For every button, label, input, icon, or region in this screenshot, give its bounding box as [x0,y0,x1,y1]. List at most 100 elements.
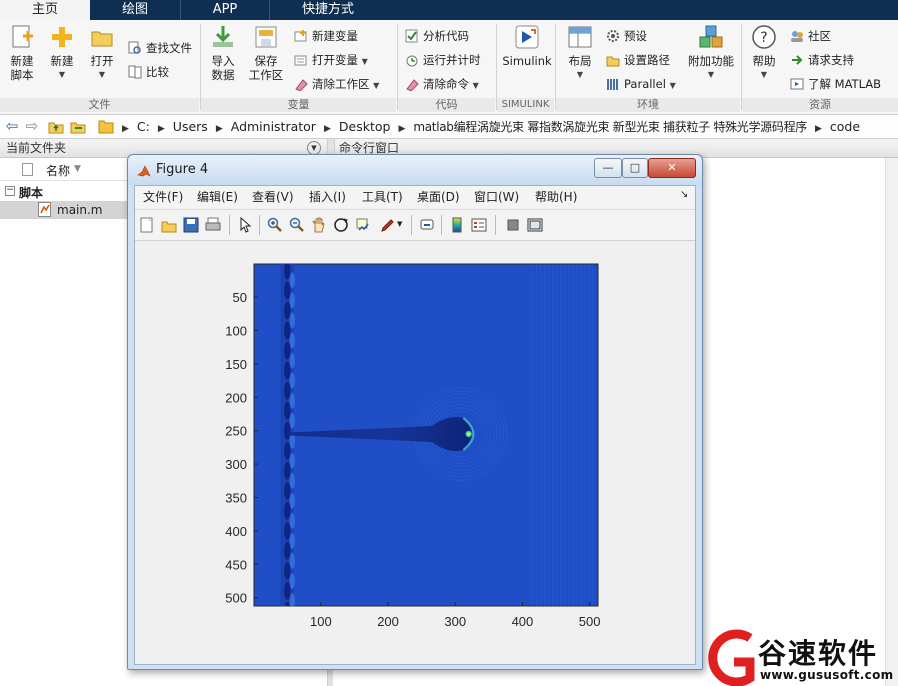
rotate-3d-icon[interactable] [333,217,349,233]
heatmap-chart[interactable]: 100 200 300 400 500 50 100 150 200 250 300 350 400 45… [135,240,695,664]
new-button[interactable]: 新建 ▼ [46,24,78,82]
hide-plot-tools-icon[interactable] [505,217,521,233]
zoom-out-icon[interactable] [289,217,305,233]
run-and-time-button[interactable]: 运行并计时 [405,50,481,70]
tab-plots[interactable]: 绘图 [90,0,181,20]
legend-icon[interactable] [471,217,487,233]
fringe-spot-dark [284,521,291,540]
layout-icon [567,24,593,50]
y-tick-label: 500 [225,591,247,606]
set-path-label: 设置路径 [624,53,670,67]
fringe-spot-dark [284,301,291,320]
save-icon[interactable] [183,217,199,233]
save-workspace-label: 保存 工作区 [248,54,284,82]
preferences-button[interactable]: 预设 [606,26,647,46]
figure-window[interactable]: Figure 4 — □ ✕ 文件(F) 编辑(E) 查看(V) 插入(I) 工… [127,154,703,670]
folder-open-icon [89,24,115,50]
menu-desktop[interactable]: 桌面(D) [417,186,460,208]
chevron-down-icon: ▼ [58,70,66,79]
menu-help[interactable]: 帮助(H) [535,186,577,208]
up-folder-icon[interactable] [48,118,64,134]
figure-title-bar[interactable]: Figure 4 — □ ✕ [128,155,702,185]
zoom-in-icon[interactable] [267,217,283,233]
breadcrumb-item[interactable]: C: [137,119,150,134]
request-support-label: 请求支持 [808,53,854,67]
analyze-code-button[interactable]: 分析代码 [405,26,469,46]
fringe-spot-dark [284,401,291,420]
current-folder-title: 当前文件夹 [6,141,67,155]
learn-matlab-button[interactable]: 了解 MATLAB [790,74,881,94]
chevron-down-icon: ▼ [98,70,106,79]
fringe-spot-light [289,352,295,369]
browse-folder-icon[interactable] [70,118,86,134]
fringe-spot-dark [284,341,291,360]
import-data-button[interactable]: 导入 数据 [206,24,240,82]
link-plot-icon[interactable] [419,217,435,233]
menu-file[interactable]: 文件(F) [143,186,183,208]
new-figure-icon[interactable] [139,217,155,233]
menu-edit[interactable]: 编辑(E) [197,186,238,208]
clear-workspace-button[interactable]: 清除工作区 ▼ [294,74,379,94]
scrollbar[interactable] [885,158,898,686]
group-label-environment: 环境 [556,98,740,112]
menu-insert[interactable]: 插入(I) [309,186,346,208]
dock-arrow-icon[interactable]: ↘ [680,189,688,200]
fringe-spot-light [289,312,295,329]
pointer-icon[interactable] [237,216,253,233]
y-tick-label: 200 [225,390,247,405]
breadcrumb-item[interactable]: matlab编程涡旋光束 幂指数涡旋光束 新型光束 捕获粒子 特殊光学源码程序 [413,120,807,134]
set-path-button[interactable]: 设置路径 [606,50,670,70]
column-header-name[interactable]: 名称 [46,162,70,179]
brush-icon[interactable] [379,217,395,233]
open-file-icon[interactable] [161,217,177,233]
collapse-icon[interactable]: − [5,186,15,196]
fringe-spot-dark [284,381,291,400]
print-icon[interactable] [205,217,221,233]
save-workspace-button[interactable]: 保存 工作区 [246,24,286,82]
show-plot-tools-icon[interactable] [527,217,543,233]
breadcrumb-item[interactable]: Users [173,119,208,134]
colorbar-icon[interactable] [449,217,465,233]
menu-window[interactable]: 窗口(W) [474,186,519,208]
new-variable-button[interactable]: 新建变量 [294,26,358,46]
x-tick-label: 400 [512,614,534,629]
new-variable-label: 新建变量 [312,29,358,43]
help-button[interactable]: ? 帮助 ▼ [748,24,780,82]
open-variable-button[interactable]: 打开变量 ▼ [294,50,368,70]
fringe-spot-dark [284,561,291,580]
breadcrumb-item[interactable]: Administrator [231,119,316,134]
pan-hand-icon[interactable] [311,217,327,233]
breadcrumb-item[interactable]: code [830,119,860,134]
tab-shortcuts[interactable]: 快捷方式 [270,0,386,20]
brush-dropdown-icon[interactable]: ▼ [397,220,402,228]
matlab-logo-icon [137,164,151,181]
simulink-button[interactable]: Simulink [502,24,552,68]
menu-view[interactable]: 查看(V) [252,186,294,208]
tab-apps[interactable]: APP [181,0,270,20]
chevron-right-icon: ▶ [814,124,822,134]
plot-area[interactable]: 100 200 300 400 500 50 100 150 200 250 300 350 400 45… [135,240,695,664]
clear-commands-icon [405,77,419,92]
tab-home[interactable]: 主页 [0,0,90,20]
find-files-button[interactable]: 查找文件 [128,38,192,58]
panel-menu-icon[interactable]: ▼ [307,141,321,155]
forward-arrow-icon[interactable]: ⇨ [24,118,40,134]
addons-button[interactable]: 附加功能 ▼ [688,24,734,82]
layout-button[interactable]: 布局 ▼ [563,24,597,82]
watermark-url: www.gususoft.com [760,668,894,682]
request-support-button[interactable]: 请求支持 [790,50,854,70]
back-arrow-icon[interactable]: ⇦ [4,118,20,134]
parallel-button[interactable]: Parallel ▼ [606,74,676,94]
new-script-button[interactable]: 新建 脚本 [4,24,40,82]
community-button[interactable]: 社区 [790,26,831,46]
breadcrumb-item[interactable]: Desktop [339,119,391,134]
maximize-button[interactable]: □ [622,158,648,178]
close-button[interactable]: ✕ [648,158,696,178]
minimize-button[interactable]: — [594,158,622,178]
new-variable-icon [294,29,308,43]
clear-commands-button[interactable]: 清除命令 ▼ [405,74,479,94]
data-cursor-icon[interactable] [355,217,371,233]
open-button[interactable]: 打开 ▼ [86,24,118,82]
compare-button[interactable]: 比较 [128,62,169,82]
menu-tools[interactable]: 工具(T) [362,186,403,208]
